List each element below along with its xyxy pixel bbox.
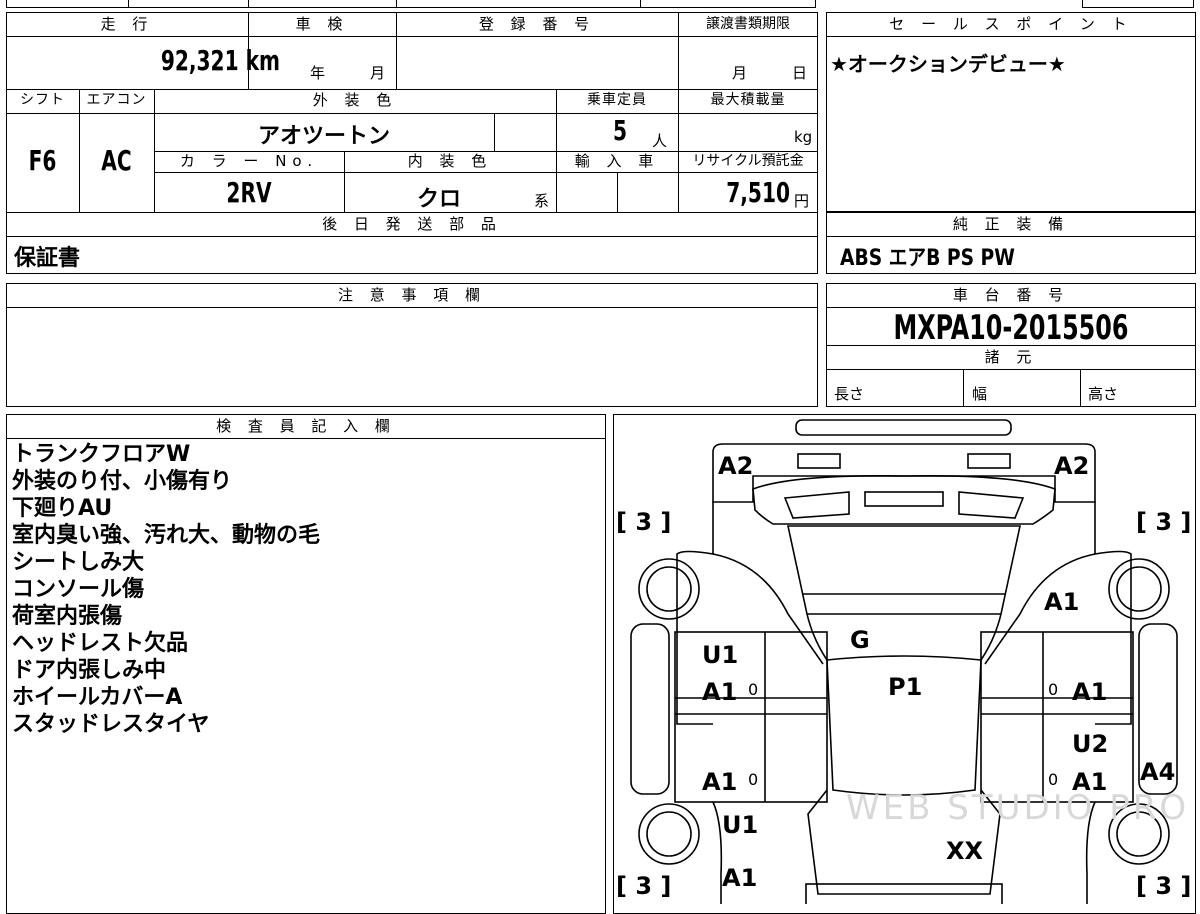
watermark: WEB STUDIO PRO bbox=[846, 788, 1190, 828]
mark-rear-right: A2 bbox=[1054, 452, 1090, 480]
inspection-header: 車 検 bbox=[295, 15, 349, 33]
capacity-value: 5 bbox=[612, 114, 628, 147]
remark-line: 荷室内張傷 bbox=[12, 604, 123, 629]
interior-color-suffix: 系 bbox=[534, 192, 550, 210]
inspection-month-unit: 月 bbox=[370, 64, 386, 82]
remark-line: ホイールカバーA bbox=[12, 685, 183, 710]
mark-right-quarter: A1 bbox=[1044, 588, 1080, 616]
length-label: 長さ bbox=[834, 385, 865, 403]
transfer-deadline-header: 譲渡書類期限 bbox=[706, 16, 790, 32]
remark-line: ヘッドレスト欠品 bbox=[12, 631, 189, 656]
mark-right-front-door-u: U2 bbox=[1072, 730, 1109, 758]
later-parts-value: 保証書 bbox=[14, 246, 81, 271]
recycle-fee-unit: 円 bbox=[794, 192, 810, 210]
inspection-year-unit: 年 bbox=[310, 64, 326, 82]
import-header: 輸 入 車 bbox=[574, 152, 660, 170]
chassis-header: 車 台 番 号 bbox=[952, 286, 1070, 304]
mark-left-rear-door-a: A1 bbox=[702, 678, 738, 706]
ac-value: AC bbox=[101, 144, 132, 177]
zero-indicator: 0 bbox=[748, 680, 759, 699]
equipment-text: ABS エアB PS PW bbox=[840, 246, 1015, 271]
mark-left-fender-u: U1 bbox=[722, 811, 759, 839]
car-diagram-outline bbox=[630, 419, 1178, 904]
remark-line: ドア内張しみ中 bbox=[12, 658, 167, 683]
zero-indicator: 0 bbox=[1048, 680, 1059, 699]
shift-header: シフト bbox=[20, 92, 65, 108]
tread-rear-right: [ 3 ] bbox=[1136, 508, 1192, 536]
mark-right-rear-door: A1 bbox=[1072, 678, 1108, 706]
capacity-header: 乗車定員 bbox=[587, 92, 647, 108]
tread-front-right: [ 3 ] bbox=[1136, 872, 1192, 900]
top-strip-right bbox=[1082, 0, 1194, 8]
remark-line: コンソール傷 bbox=[12, 577, 145, 602]
interior-color-header: 内 装 色 bbox=[407, 152, 493, 170]
color-no-value: 2RV bbox=[226, 176, 272, 209]
exterior-color-value: アオツートン bbox=[257, 124, 390, 149]
sales-point-text: ★オークションデビュー★ bbox=[830, 52, 1066, 76]
remark-line: スタッドレスタイヤ bbox=[12, 712, 210, 737]
color-no-header: カ ラ ー No. bbox=[179, 152, 319, 170]
remark-line: 下廻りAU bbox=[12, 496, 113, 521]
remark-line: 外装のり付、小傷有り bbox=[12, 469, 233, 494]
width-label: 幅 bbox=[972, 385, 988, 403]
recycle-header: リサイクル預託金 bbox=[692, 153, 804, 169]
mark-left-front-door: A1 bbox=[702, 768, 738, 796]
registration-header: 登 録 番 号 bbox=[478, 15, 596, 33]
interior-color-value: クロ bbox=[416, 187, 461, 212]
max-load-unit: kg bbox=[794, 128, 813, 146]
remark-line: トランクフロアW bbox=[12, 442, 191, 467]
inspector-remarks: トランクフロアW 外装のり付、小傷有り 下廻りAU 室内臭い強、汚れ大、動物の毛… bbox=[12, 441, 320, 738]
recycle-fee-value: 7,510 bbox=[726, 176, 790, 209]
sales-point-box bbox=[826, 12, 1196, 212]
transfer-month-unit: 月 bbox=[732, 64, 748, 82]
transfer-day-unit: 日 bbox=[792, 64, 808, 82]
mileage-value: 92,321 km bbox=[160, 44, 280, 77]
exterior-color-header: 外 装 色 bbox=[312, 91, 398, 109]
remark-line: 室内臭い強、汚れ大、動物の毛 bbox=[12, 523, 321, 548]
chassis-number: MXPA10-2015506 bbox=[893, 308, 1129, 348]
equipment-header: 純 正 装 備 bbox=[952, 215, 1070, 233]
sales-point-header: セ ー ル ス ポ イ ン ト bbox=[889, 15, 1133, 33]
mileage-header: 走 行 bbox=[100, 15, 154, 33]
mark-right-rocker: A4 bbox=[1140, 758, 1176, 786]
ac-header: エアコン bbox=[86, 92, 147, 108]
mark-left-rear-door-u: U1 bbox=[702, 641, 739, 669]
notes-header: 注 意 事 項 欄 bbox=[337, 286, 487, 304]
zero-indicator: 0 bbox=[748, 770, 759, 789]
mark-hood: XX bbox=[946, 837, 984, 865]
zero-indicator: 0 bbox=[1048, 770, 1059, 789]
remark-line: シートしみ大 bbox=[12, 550, 145, 575]
tread-rear-left: [ 3 ] bbox=[616, 508, 672, 536]
tread-front-left: [ 3 ] bbox=[616, 872, 672, 900]
capacity-unit: 人 bbox=[652, 132, 668, 150]
specs-header: 諸 元 bbox=[984, 348, 1038, 366]
max-load-header: 最大積載量 bbox=[710, 92, 786, 108]
mark-rear-glass: G bbox=[850, 626, 870, 654]
mark-left-front-a: A1 bbox=[722, 864, 758, 892]
later-parts-header: 後 日 発 送 部 品 bbox=[322, 215, 502, 233]
height-label: 高さ bbox=[1088, 385, 1119, 403]
mark-rear-left: A2 bbox=[718, 452, 754, 480]
shift-value: F6 bbox=[28, 144, 57, 177]
mark-roof: P1 bbox=[888, 673, 923, 701]
inspector-header: 検 査 員 記 入 欄 bbox=[216, 417, 396, 435]
